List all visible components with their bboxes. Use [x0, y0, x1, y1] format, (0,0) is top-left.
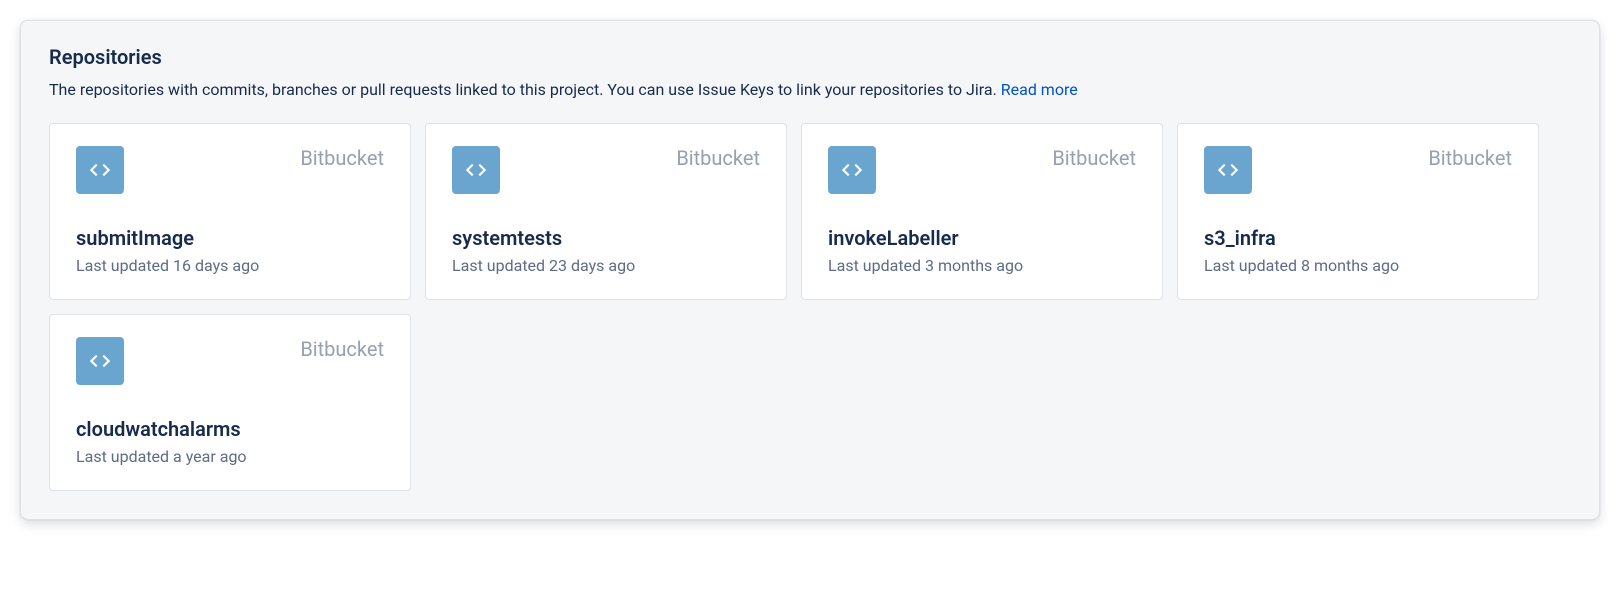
repo-updated: Last updated 8 months ago	[1204, 256, 1512, 275]
repo-name: invokeLabeller	[828, 226, 1136, 250]
repository-card[interactable]: Bitbucket submitImage Last updated 16 da…	[49, 123, 411, 300]
card-header: Bitbucket	[828, 146, 1136, 194]
code-icon	[76, 146, 124, 194]
card-header: Bitbucket	[76, 146, 384, 194]
repository-card[interactable]: Bitbucket systemtests Last updated 23 da…	[425, 123, 787, 300]
provider-label: Bitbucket	[1428, 146, 1512, 170]
repository-card[interactable]: Bitbucket s3_infra Last updated 8 months…	[1177, 123, 1539, 300]
repo-updated: Last updated a year ago	[76, 447, 384, 466]
repo-updated: Last updated 16 days ago	[76, 256, 384, 275]
code-icon	[76, 337, 124, 385]
code-icon	[452, 146, 500, 194]
read-more-link[interactable]: Read more	[1001, 80, 1078, 99]
repository-card[interactable]: Bitbucket invokeLabeller Last updated 3 …	[801, 123, 1163, 300]
repo-name: systemtests	[452, 226, 760, 250]
provider-label: Bitbucket	[1052, 146, 1136, 170]
provider-label: Bitbucket	[300, 146, 384, 170]
panel-subtitle-text: The repositories with commits, branches …	[49, 80, 1001, 99]
repository-card[interactable]: Bitbucket cloudwatchalarms Last updated …	[49, 314, 411, 491]
provider-label: Bitbucket	[300, 337, 384, 361]
card-header: Bitbucket	[76, 337, 384, 385]
provider-label: Bitbucket	[676, 146, 760, 170]
repo-name: submitImage	[76, 226, 384, 250]
repo-name: s3_infra	[1204, 226, 1512, 250]
panel-subtitle: The repositories with commits, branches …	[49, 79, 1571, 101]
code-icon	[828, 146, 876, 194]
repository-cards: Bitbucket submitImage Last updated 16 da…	[49, 123, 1571, 491]
repo-updated: Last updated 23 days ago	[452, 256, 760, 275]
card-header: Bitbucket	[1204, 146, 1512, 194]
repo-updated: Last updated 3 months ago	[828, 256, 1136, 275]
panel-title: Repositories	[49, 45, 1571, 69]
code-icon	[1204, 146, 1252, 194]
repositories-panel: Repositories The repositories with commi…	[20, 20, 1600, 520]
repo-name: cloudwatchalarms	[76, 417, 384, 441]
card-header: Bitbucket	[452, 146, 760, 194]
